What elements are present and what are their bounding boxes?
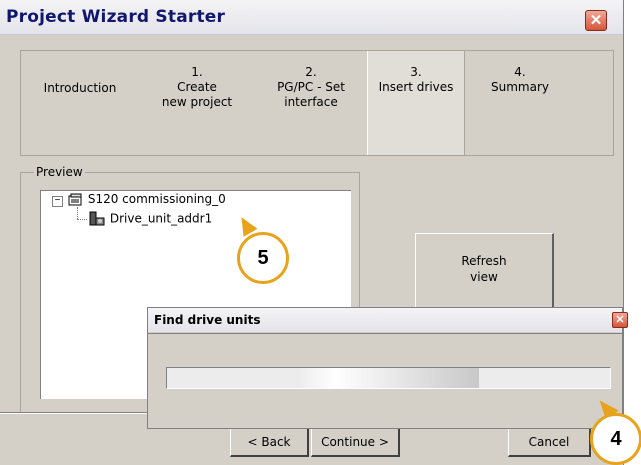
tree-item-project[interactable]: S120 commissioning_0: [68, 192, 226, 207]
step-insert-drives[interactable]: 3. Insert drives: [367, 51, 465, 155]
progress-fill: [299, 368, 479, 388]
refresh-view-button[interactable]: Refresh view: [415, 233, 554, 309]
drive-label: Drive_unit_addr1: [109, 211, 213, 226]
collapse-icon[interactable]: −: [52, 196, 63, 207]
callout-4: 4: [590, 413, 641, 465]
callout-5: 5: [237, 232, 289, 284]
step-summary[interactable]: 4. Summary: [464, 51, 576, 155]
step-label-line2: interface: [284, 95, 338, 109]
window-title: Project Wizard Starter: [6, 7, 226, 27]
step-number: 3.: [410, 65, 422, 79]
close-icon[interactable]: ✕: [585, 10, 607, 31]
cancel-button[interactable]: Cancel: [508, 428, 591, 457]
search-progress-bar: [166, 367, 611, 389]
refresh-label: Refresh: [461, 254, 507, 268]
refresh-label-line2: view: [470, 270, 498, 284]
step-number: 4.: [514, 65, 526, 79]
step-label: Insert drives: [378, 80, 454, 94]
wizard-steps: Introduction 1. Create new project 2. PG…: [20, 50, 614, 156]
step-number: 2.: [305, 65, 317, 79]
step-label-line2: new project: [161, 95, 233, 109]
step-number: 1.: [191, 65, 203, 79]
drive-unit-icon: [89, 211, 105, 226]
project-label: S120 commissioning_0: [87, 192, 226, 206]
tree-item-drive[interactable]: Drive_unit_addr1: [88, 211, 212, 227]
title-bar: Project Wizard Starter ✕: [0, 0, 623, 35]
continue-button[interactable]: Continue >: [311, 428, 400, 457]
back-button[interactable]: < Back: [230, 428, 309, 457]
step-introduction[interactable]: Introduction: [21, 51, 139, 155]
step-create-project[interactable]: 1. Create new project: [139, 51, 255, 155]
project-icon: [68, 193, 82, 205]
dialog-title-bar: Find drive units ✕: [148, 308, 628, 332]
step-label: PG/PC - Set: [277, 80, 345, 94]
step-label: Introduction: [43, 81, 117, 95]
preview-legend: Preview: [34, 165, 85, 179]
dialog-close-icon[interactable]: ✕: [612, 312, 628, 328]
step-label: Create: [177, 80, 217, 94]
step-label: Summary: [491, 80, 549, 94]
step-set-interface[interactable]: 2. PG/PC - Set interface: [255, 51, 367, 155]
find-drive-units-dialog: Find drive units ✕: [147, 307, 628, 429]
separator: [0, 412, 148, 414]
dialog-title: Find drive units: [154, 313, 261, 327]
